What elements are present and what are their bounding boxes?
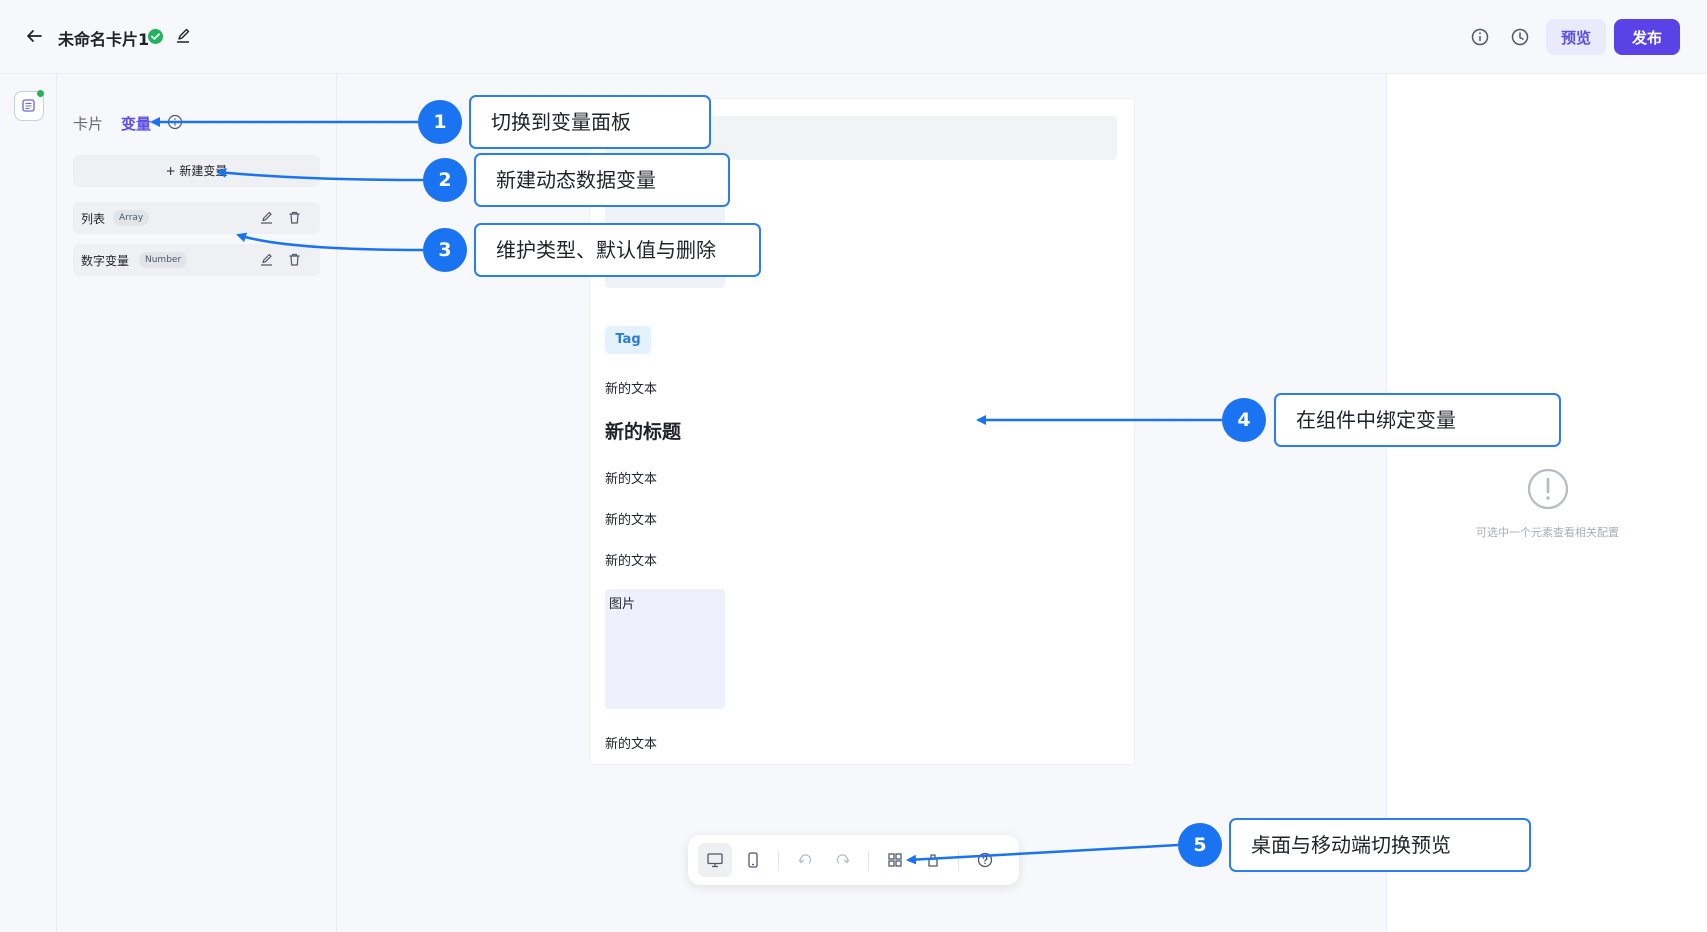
eraser-icon (928, 854, 938, 867)
annotation-callout-5: 桌面与移动端切换预览 (1229, 818, 1531, 872)
back-arrow-icon[interactable] (22, 24, 46, 48)
card-title: 未命名卡片1 (58, 30, 150, 49)
warning-icon (1527, 468, 1569, 510)
annotation-callout-4: 在组件中绑定变量 (1274, 393, 1561, 447)
status-dot (37, 90, 44, 97)
empty-hint: 可选中一个元素查看相关配置 (1476, 526, 1619, 539)
delete-variable-icon[interactable] (287, 210, 302, 225)
left-rail (0, 74, 57, 932)
redo-button[interactable] (826, 843, 860, 877)
saved-check-icon (148, 29, 163, 44)
edit-title-icon[interactable] (174, 27, 192, 45)
heading-component[interactable]: 新的标题 (605, 417, 681, 444)
variable-name: 列表 (81, 212, 106, 226)
annotation-callout-1: 切换到变量面板 (469, 95, 711, 149)
variable-row[interactable]: 数字变量 Number (73, 244, 320, 276)
tab-card[interactable]: 卡片 (73, 113, 103, 134)
variable-type-badge: Number (139, 252, 188, 268)
undo-button[interactable] (788, 843, 822, 877)
desktop-view-button[interactable] (698, 843, 732, 877)
mobile-view-button[interactable] (736, 843, 770, 877)
variables-panel: 卡片 变量 + 新建变量 列表 Array 数字变量 Number (57, 74, 337, 932)
annotation-badge-3: 3 (423, 228, 467, 272)
components-grid-button[interactable] (878, 843, 912, 877)
text-component[interactable]: 新的文本 (605, 733, 657, 752)
help-icon (977, 852, 993, 868)
top-bar: 未命名卡片1 预览 发布 (0, 0, 1707, 74)
new-variable-button[interactable]: + 新建变量 (73, 155, 320, 187)
variable-row[interactable]: 列表 Array (73, 202, 320, 234)
annotation-badge-2: 2 (423, 158, 467, 202)
variables-help-icon[interactable] (167, 114, 183, 130)
info-icon[interactable] (1470, 27, 1490, 47)
history-clock-icon[interactable] (1510, 27, 1530, 47)
grid-icon (888, 853, 902, 867)
redo-icon (836, 854, 850, 864)
properties-panel: 可选中一个元素查看相关配置 (1386, 74, 1707, 932)
annotation-badge-4: 4 (1222, 398, 1266, 442)
image-component[interactable]: 图片 (605, 589, 725, 709)
tag-component[interactable]: Tag (605, 326, 651, 354)
text-component[interactable]: 新的文本 (605, 468, 657, 487)
text-component[interactable]: 新的文本 (605, 378, 657, 397)
variable-type-badge: Array (113, 210, 150, 226)
preview-button[interactable]: 预览 (1546, 19, 1606, 55)
canvas-toolbar (688, 835, 1019, 885)
text-component[interactable]: 新的文本 (605, 550, 657, 569)
annotation-callout-2: 新建动态数据变量 (474, 153, 730, 207)
edit-variable-icon[interactable] (259, 210, 274, 225)
toolbar-divider (778, 851, 779, 871)
help-button[interactable] (968, 843, 1002, 877)
clear-canvas-button[interactable] (916, 843, 950, 877)
annotation-callout-3: 维护类型、默认值与删除 (474, 223, 761, 277)
toolbar-divider (958, 851, 959, 871)
undo-icon (798, 854, 812, 864)
broken-image-alt-text: 图片 (609, 597, 636, 612)
tab-variables[interactable]: 变量 (121, 113, 151, 134)
publish-button[interactable]: 发布 (1614, 19, 1680, 55)
mobile-icon (748, 852, 758, 868)
delete-variable-icon[interactable] (287, 252, 302, 267)
annotation-badge-1: 1 (418, 100, 462, 144)
edit-variable-icon[interactable] (259, 252, 274, 267)
toolbar-divider (868, 851, 869, 871)
text-component[interactable]: 新的文本 (605, 509, 657, 528)
variable-name: 数字变量 (81, 254, 130, 268)
desktop-icon (707, 853, 723, 868)
annotation-badge-5: 5 (1178, 823, 1222, 867)
